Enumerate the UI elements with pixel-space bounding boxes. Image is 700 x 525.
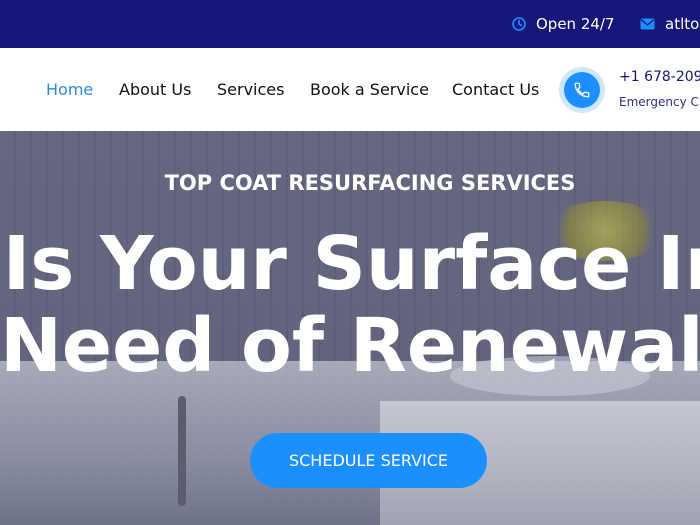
hero-headline: Is Your Surface In Need of Renewal? bbox=[0, 223, 700, 387]
email-text[interactable]: atltop bbox=[665, 15, 700, 33]
clock-icon bbox=[512, 17, 526, 31]
nav-contact-us[interactable]: Contact Us bbox=[452, 48, 539, 131]
main-navigation: Home About Us Services Book a Service Co… bbox=[0, 48, 700, 131]
nav-about-us[interactable]: About Us bbox=[119, 48, 191, 131]
hero-headline-line-2: Need of Renewal? bbox=[0, 303, 700, 389]
nav-services[interactable]: Services bbox=[217, 48, 284, 131]
mail-icon bbox=[640, 18, 655, 30]
phone-call-button[interactable] bbox=[559, 67, 605, 113]
hours-info: Open 24/7 bbox=[512, 0, 615, 48]
hero-subtitle: TOP COAT RESURFACING SERVICES bbox=[164, 171, 576, 195]
phone-icon-badge[interactable] bbox=[564, 72, 600, 108]
hero-headline-line-1: Is Your Surface In bbox=[2, 221, 700, 307]
top-info-bar: Open 24/7 atltop bbox=[0, 0, 700, 48]
schedule-service-button[interactable]: SCHEDULE SERVICE bbox=[250, 433, 487, 488]
hero-section: TOP COAT RESURFACING SERVICES Is Your Su… bbox=[0, 131, 700, 525]
hero-bg-faucet bbox=[178, 396, 186, 506]
phone-icon bbox=[574, 82, 590, 98]
phone-number[interactable]: +1 678-209 bbox=[619, 69, 700, 85]
email-info[interactable]: atltop bbox=[640, 0, 700, 48]
emergency-note: Emergency C bbox=[619, 95, 699, 109]
nav-book-a-service[interactable]: Book a Service bbox=[310, 48, 429, 131]
hours-text: Open 24/7 bbox=[536, 15, 615, 33]
nav-home[interactable]: Home bbox=[46, 48, 93, 131]
